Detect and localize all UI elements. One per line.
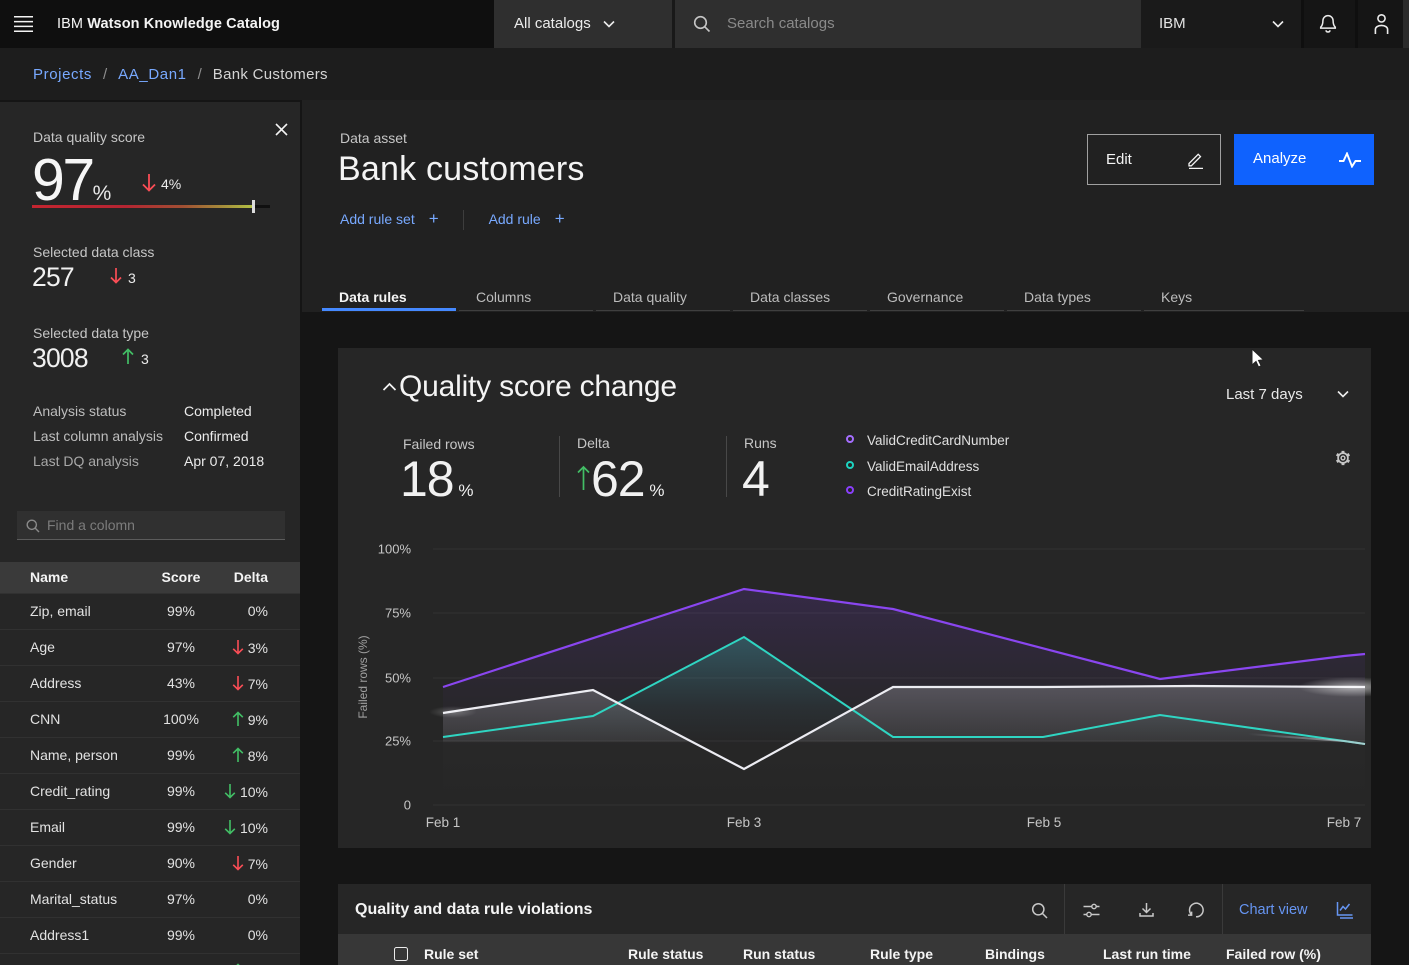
svg-text:100%: 100% — [378, 542, 412, 557]
svg-text:50%: 50% — [385, 671, 411, 686]
svg-text:Feb 3: Feb 3 — [727, 815, 762, 830]
svg-text:Feb 1: Feb 1 — [426, 815, 461, 830]
svg-text:Failed rows (%): Failed rows (%) — [356, 635, 370, 718]
svg-text:25%: 25% — [385, 734, 411, 749]
svg-text:0: 0 — [404, 798, 411, 813]
svg-text:Feb 5: Feb 5 — [1027, 815, 1062, 830]
svg-text:75%: 75% — [385, 606, 411, 621]
svg-text:Feb 7: Feb 7 — [1327, 815, 1362, 830]
